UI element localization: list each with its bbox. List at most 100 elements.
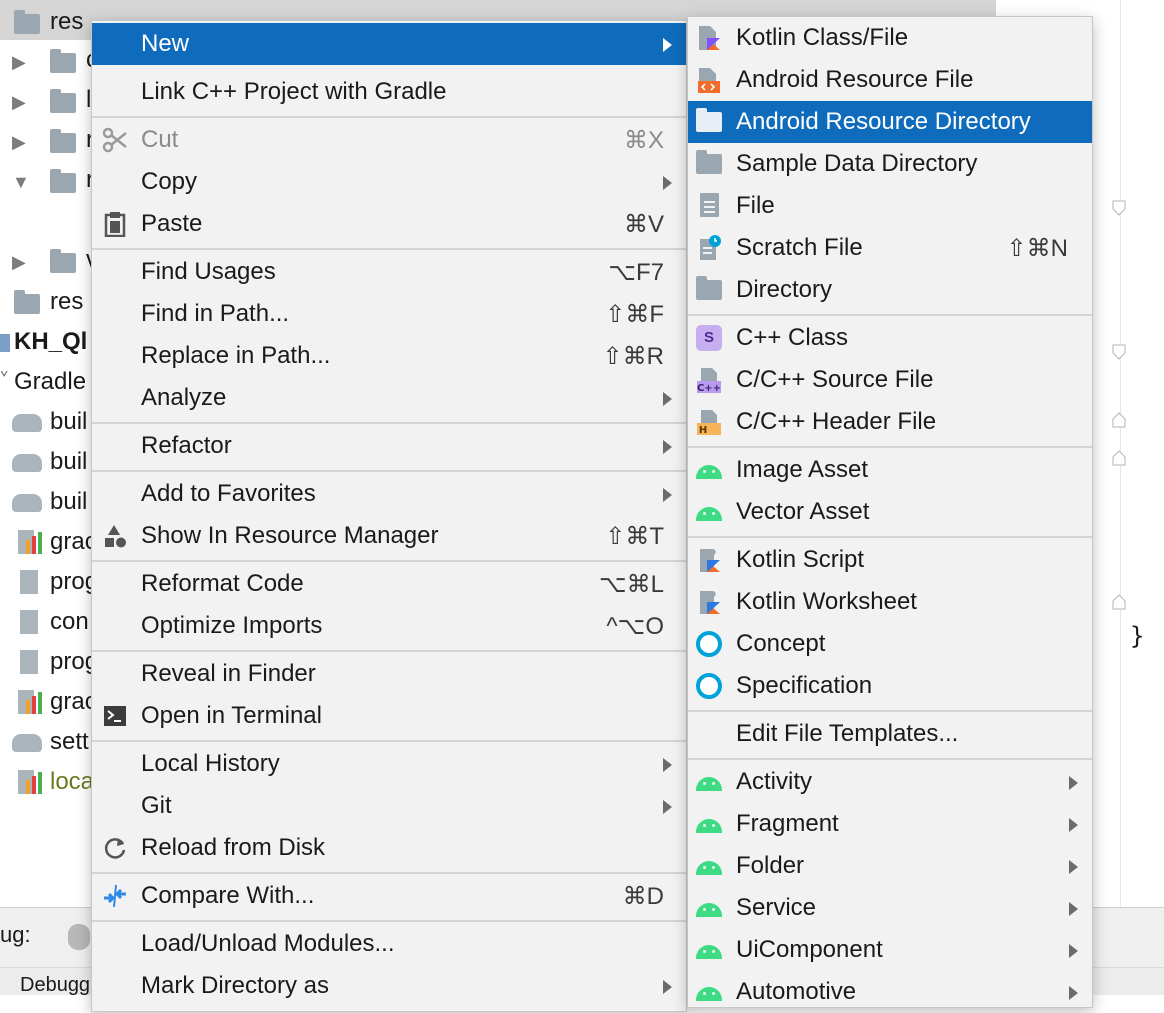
fold-end-marker-icon[interactable] — [1112, 450, 1126, 466]
submenu-item-android-resource-directory[interactable]: Android Resource Directory — [688, 101, 1092, 143]
fold-end-marker-icon[interactable] — [1112, 412, 1126, 428]
menu-item-load-unload-modules[interactable]: Load/Unload Modules... — [92, 923, 686, 965]
svg-text:H: H — [699, 425, 707, 435]
submenu-item-cpp-class[interactable]: S C++ Class — [688, 317, 1092, 359]
bug-icon[interactable] — [68, 924, 90, 950]
text-file-icon — [20, 610, 38, 634]
submenu-item-kotlin-worksheet[interactable]: Kotlin Worksheet — [688, 581, 1092, 623]
menu-item-label: Compare With... — [141, 882, 315, 909]
scissors-icon — [102, 127, 128, 153]
menu-item-label: Mark Directory as — [141, 972, 330, 999]
menu-item-new[interactable]: New — [92, 23, 686, 65]
menu-item-paste[interactable]: Paste ⌘V — [92, 203, 686, 245]
menu-item-label: Replace in Path... — [141, 342, 331, 369]
menu-item-label: Link C++ Project with Gradle — [141, 78, 447, 105]
tree-row-label: grac — [50, 688, 97, 715]
expand-arrow-icon[interactable]: ▶ — [12, 132, 26, 153]
menu-separator — [92, 470, 686, 472]
scratch-file-icon — [696, 235, 722, 261]
collapse-arrow-icon[interactable]: ▼ — [12, 172, 30, 193]
terminal-icon — [102, 703, 128, 729]
reload-icon — [102, 835, 128, 861]
submenu-item-image-asset[interactable]: Image Asset — [688, 449, 1092, 491]
submenu-item-android-resource-file[interactable]: Android Resource File — [688, 59, 1092, 101]
menu-item-label: Reload from Disk — [141, 834, 326, 861]
menu-separator — [92, 116, 686, 118]
menu-item-label: File — [736, 192, 775, 219]
submenu-item-kotlin-class-file[interactable]: Kotlin Class/File — [688, 17, 1092, 59]
menu-item-git[interactable]: Git — [92, 785, 686, 827]
menu-item-find-in-path[interactable]: Find in Path... ⇧⌘F — [92, 293, 686, 335]
fold-marker-icon[interactable] — [1112, 200, 1126, 216]
menu-item-analyze[interactable]: Analyze — [92, 377, 686, 419]
chart-bar-icon — [26, 540, 30, 554]
submenu-item-cpp-header-file[interactable]: H C/C++ Header File — [688, 401, 1092, 443]
expand-arrow-icon[interactable]: ▶ — [12, 52, 26, 73]
text-file-icon — [20, 650, 38, 674]
menu-item-cut[interactable]: Cut ⌘X — [92, 119, 686, 161]
menu-item-reformat-code[interactable]: Reformat Code ⌥⌘L — [92, 563, 686, 605]
menu-item-label: Folder — [736, 852, 805, 879]
submenu-arrow-icon — [663, 980, 672, 994]
submenu-item-specification[interactable]: Specification — [688, 665, 1092, 707]
chart-bar-icon — [32, 536, 36, 554]
menu-item-compare-with[interactable]: Compare With... ⌘D — [92, 875, 686, 917]
menu-item-find-usages[interactable]: Find Usages ⌥F7 — [92, 251, 686, 293]
menu-item-label: Kotlin Script — [736, 546, 865, 573]
menu-item-reload-from-disk[interactable]: Reload from Disk — [92, 827, 686, 869]
submenu-arrow-icon — [1069, 860, 1078, 874]
menu-separator — [92, 248, 686, 250]
svg-text:C++: C++ — [697, 383, 721, 393]
chart-bar-icon — [32, 776, 36, 794]
menu-item-show-in-resource-manager[interactable]: Show In Resource Manager ⇧⌘T — [92, 515, 686, 557]
menu-item-label: Automotive — [736, 978, 857, 1005]
submenu-item-concept[interactable]: Concept — [688, 623, 1092, 665]
menu-item-mark-directory-as[interactable]: Mark Directory as — [92, 965, 686, 1007]
expand-arrow-icon[interactable]: ▶ — [12, 92, 26, 113]
submenu-item-folder[interactable]: Folder — [688, 845, 1092, 887]
submenu-item-cpp-source-file[interactable]: C++ C/C++ Source File — [688, 359, 1092, 401]
submenu-item-directory[interactable]: Directory — [688, 269, 1092, 311]
submenu-arrow-icon — [663, 488, 672, 502]
submenu-item-service[interactable]: Service — [688, 887, 1092, 929]
folder-icon — [50, 49, 76, 73]
menu-item-copy[interactable]: Copy — [92, 161, 686, 203]
submenu-item-uicomponent[interactable]: UiComponent — [688, 929, 1092, 971]
tree-row-label: buil — [50, 448, 88, 475]
submenu-item-activity[interactable]: Activity — [688, 761, 1092, 803]
submenu-item-file[interactable]: File — [688, 185, 1092, 227]
code-closing-brace: } — [1130, 622, 1145, 650]
fold-end-marker-icon[interactable] — [1112, 594, 1126, 610]
gradle-elephant-icon — [12, 734, 42, 752]
menu-item-link-cpp-project[interactable]: Link C++ Project with Gradle — [92, 71, 686, 113]
submenu-arrow-icon — [663, 392, 672, 406]
submenu-item-scratch-file[interactable]: Scratch File ⇧⌘N — [688, 227, 1092, 269]
submenu-item-automotive[interactable]: Automotive — [688, 971, 1092, 1013]
submenu-item-sample-data-directory[interactable]: Sample Data Directory — [688, 143, 1092, 185]
menu-item-replace-in-path[interactable]: Replace in Path... ⇧⌘R — [92, 335, 686, 377]
gradle-elephant-icon — [12, 494, 42, 512]
tree-row-label: res — [50, 8, 84, 35]
submenu-item-kotlin-script[interactable]: Kotlin Script — [688, 539, 1092, 581]
menu-item-add-to-favorites[interactable]: Add to Favorites — [92, 473, 686, 515]
menu-item-refactor[interactable]: Refactor — [92, 425, 686, 467]
menu-item-label: Find Usages — [141, 258, 276, 285]
menu-item-shortcut: ⇧⌘N — [1006, 235, 1068, 262]
fold-marker-icon[interactable] — [1112, 344, 1126, 360]
folder-icon — [696, 150, 722, 177]
tree-row-label: res — [50, 288, 84, 315]
submenu-arrow-icon — [663, 800, 672, 814]
expand-arrow-icon[interactable]: ▶ — [12, 252, 26, 273]
submenu-item-edit-file-templates[interactable]: Edit File Templates... — [688, 713, 1092, 755]
menu-item-reveal-in-finder[interactable]: Reveal in Finder — [92, 653, 686, 695]
tree-row-label: con — [50, 608, 89, 635]
menu-item-open-in-terminal[interactable]: Open in Terminal — [92, 695, 686, 737]
menu-item-label: Open in Terminal — [141, 702, 322, 729]
menu-item-optimize-imports[interactable]: Optimize Imports ^⌥O — [92, 605, 686, 647]
compare-icon — [102, 883, 128, 909]
menu-item-local-history[interactable]: Local History — [92, 743, 686, 785]
submenu-item-fragment[interactable]: Fragment — [688, 803, 1092, 845]
submenu-item-vector-asset[interactable]: Vector Asset — [688, 491, 1092, 533]
submenu-arrow-icon — [663, 38, 672, 52]
chart-bar-icon — [26, 700, 30, 714]
